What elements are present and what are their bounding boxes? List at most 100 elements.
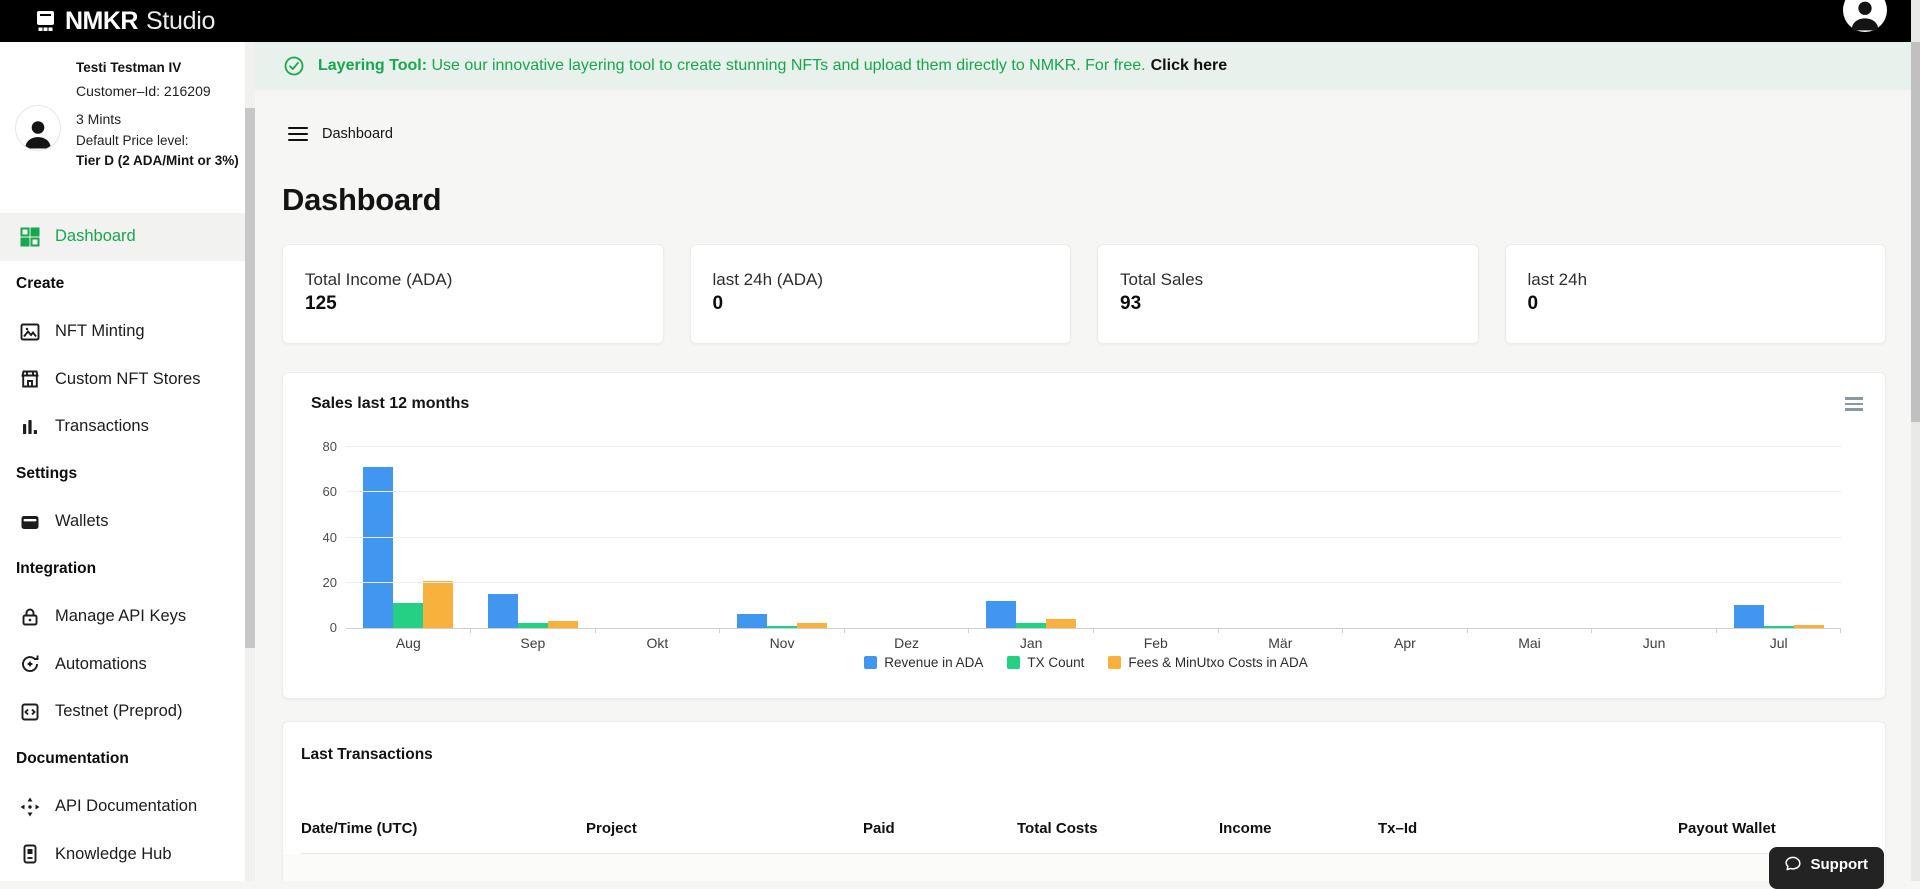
legend-item: TX Count [1007, 655, 1084, 670]
gridline [346, 537, 1841, 538]
bar-group [969, 447, 1094, 628]
x-axis-label: Jul [1716, 635, 1841, 651]
brand-name: NMKR [65, 7, 138, 36]
bar [548, 621, 578, 628]
bar-group [346, 447, 471, 628]
x-axis-label: Mär [1218, 635, 1343, 651]
transactions-header-row: Date/Time (UTC) Project Paid Total Costs… [301, 820, 1865, 854]
column-header-datetime: Date/Time (UTC) [301, 820, 586, 837]
bar [986, 601, 1016, 628]
last-transactions-card: Last Transactions Date/Time (UTC) Projec… [282, 721, 1886, 881]
sidebar-item-knowledge-hub[interactable]: Knowledge Hub [0, 831, 245, 879]
support-label: Support [1811, 856, 1869, 873]
stat-value: 125 [305, 293, 641, 315]
sidebar-item-nft-minting[interactable]: NFT Minting [0, 308, 245, 356]
user-name: Testi Testman IV [76, 60, 181, 75]
sidebar-item-label: Testnet (Preprod) [55, 702, 182, 721]
bar-chart-icon [18, 415, 42, 439]
sidebar-item-label: Manage API Keys [55, 607, 186, 626]
sidebar-item-label: Transactions [55, 417, 149, 436]
legend-item: Fees & MinUtxo Costs in ADA [1108, 655, 1307, 670]
user-price-level: Tier D (2 ADA/Mint or 3%) [76, 153, 239, 168]
account-avatar[interactable] [1843, 0, 1887, 32]
gridline [346, 582, 1841, 583]
column-header-total-costs: Total Costs [1017, 820, 1219, 837]
sidebar-item-custom-nft-stores[interactable]: Custom NFT Stores [0, 356, 245, 404]
bar-group [1218, 447, 1343, 628]
user-price-level-label: Default Price level: [76, 133, 189, 148]
legend-swatch [1007, 656, 1020, 669]
legend-label: TX Count [1027, 655, 1084, 670]
menu-hamburger-icon[interactable] [288, 127, 308, 142]
x-axis-label: Dez [844, 635, 969, 651]
sidebar-item-label: NFT Minting [55, 322, 145, 341]
sidebar-item-api-documentation[interactable]: API Documentation [0, 783, 245, 831]
sidebar-section-settings: Settings [0, 451, 245, 499]
sidebar-item-testnet-preprod[interactable]: Testnet (Preprod) [0, 688, 245, 736]
automation-cycle-icon [18, 652, 42, 676]
stat-label: Total Sales [1120, 270, 1456, 290]
chart-plot: 020406080 [346, 447, 1841, 629]
bar [423, 581, 453, 629]
stat-label: last 24h [1528, 270, 1864, 290]
bar [1734, 605, 1764, 628]
column-header-payout-wallet: Payout Wallet [1678, 820, 1865, 837]
sidebar-item-label: Dashboard [55, 227, 136, 246]
sidebar-scrollbar[interactable] [245, 42, 255, 881]
stat-label: Total Income (ADA) [305, 270, 641, 290]
banner-title: Layering Tool: [318, 57, 427, 74]
sidebar-scrollbar-thumb[interactable] [245, 108, 255, 648]
sidebar-item-label: API Documentation [55, 797, 197, 816]
support-button[interactable]: Support [1769, 847, 1885, 889]
breadcrumb-label: Dashboard [322, 126, 393, 142]
x-axis-label: Okt [595, 635, 720, 651]
bar-group [471, 447, 596, 628]
promo-banner: Layering Tool: Use our innovative layeri… [255, 42, 1911, 90]
sidebar-item-label: Custom NFT Stores [55, 370, 200, 389]
user-customer-id: Customer–Id: 216209 [76, 83, 211, 99]
sidebar-item-label: Knowledge Hub [55, 845, 172, 864]
user-avatar [15, 105, 61, 151]
sidebar-item-transactions[interactable]: Transactions [0, 403, 245, 451]
check-circle-icon [283, 55, 305, 77]
chat-bubble-icon [1783, 854, 1803, 874]
chart-x-axis-labels: AugSepOktNovDezJanFebMärAprMaiJunJul [346, 635, 1841, 651]
y-axis-tick-label: 40 [311, 530, 337, 545]
stat-cards-row: Total Income (ADA) 125 last 24h (ADA) 0 … [282, 244, 1886, 344]
y-axis-tick-label: 0 [311, 620, 337, 635]
x-axis-label: Apr [1343, 635, 1468, 651]
top-bar: NMKR Studio [0, 0, 1911, 42]
image-icon [18, 320, 42, 344]
bar-group [844, 447, 969, 628]
legend-swatch [1108, 656, 1121, 669]
legend-swatch [864, 656, 877, 669]
sidebar-section-integration: Integration [0, 546, 245, 594]
knowledge-hub-icon [18, 842, 42, 866]
sidebar-item-automations[interactable]: Automations [0, 641, 245, 689]
sidebar-item-manage-api-keys[interactable]: Manage API Keys [0, 593, 245, 641]
bar-group [1093, 447, 1218, 628]
x-axis-label: Jan [969, 635, 1094, 651]
sidebar-item-dashboard[interactable]: Dashboard [0, 213, 245, 261]
bar-group [720, 447, 845, 628]
x-axis-label: Mai [1467, 635, 1592, 651]
sidebar-nav: Dashboard Create NFT Minting Custom NFT … [0, 213, 245, 878]
column-header-tx-id: Tx–Id [1378, 820, 1678, 837]
bar-group [1716, 447, 1841, 628]
brand-suffix: Studio [146, 7, 215, 36]
window-scrollbar-thumb[interactable] [1911, 42, 1920, 422]
column-header-income: Income [1219, 820, 1378, 837]
storefront-icon [18, 367, 42, 391]
window-scrollbar[interactable] [1911, 0, 1920, 881]
banner-message: Use our innovative layering tool to crea… [432, 57, 1146, 74]
chart-menu-icon[interactable] [1845, 397, 1863, 411]
stat-value: 93 [1120, 293, 1456, 315]
x-axis-label: Feb [1093, 635, 1218, 651]
column-header-project: Project [586, 820, 863, 837]
stat-card-last-24h: last 24h 0 [1505, 244, 1887, 344]
sidebar-item-wallets[interactable]: Wallets [0, 498, 245, 546]
nmkr-logo[interactable]: NMKR Studio [36, 7, 215, 36]
stat-value: 0 [1528, 293, 1864, 315]
bar-group [1343, 447, 1468, 628]
banner-click-here-link[interactable]: Click here [1151, 57, 1227, 75]
